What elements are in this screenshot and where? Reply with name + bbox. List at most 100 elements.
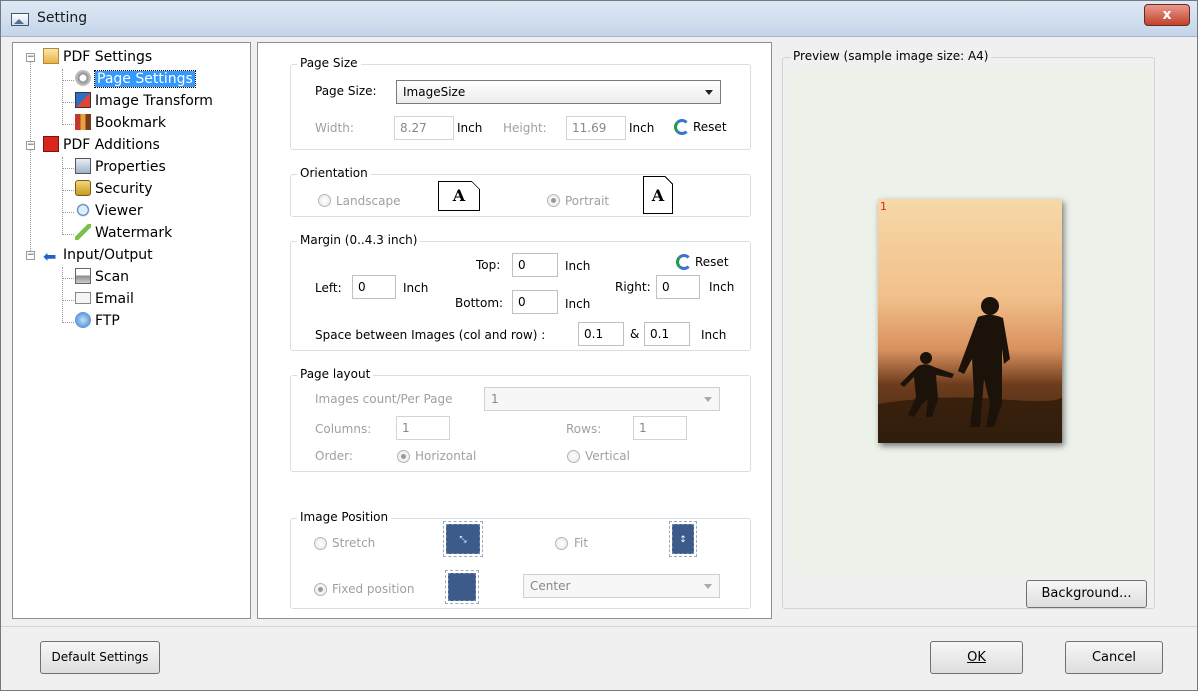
- margin-bottom-input[interactable]: 0: [512, 290, 558, 314]
- page-size-group-title: Page Size: [297, 56, 361, 70]
- scanner-icon: [75, 268, 91, 284]
- ok-button[interactable]: OK: [930, 641, 1023, 674]
- orientation-group-title: Orientation: [297, 166, 371, 180]
- vertical-label: Vertical: [585, 449, 630, 463]
- landscape-radio[interactable]: [318, 194, 331, 207]
- bottom-label: Bottom:: [455, 296, 504, 310]
- page-size-reset-button[interactable]: Reset: [674, 119, 727, 135]
- portrait-radio[interactable]: [547, 194, 560, 207]
- chevron-down-icon: [705, 90, 713, 95]
- background-button[interactable]: Background...: [1026, 580, 1147, 608]
- fixed-position-dropdown[interactable]: Center: [523, 574, 720, 598]
- lock-icon: [75, 180, 91, 196]
- tree-item-email[interactable]: Email: [75, 289, 134, 309]
- settings-window: Setting x − PDF Settings Page Settings I…: [0, 0, 1198, 691]
- father-child-silhouette: [878, 297, 1062, 443]
- right-label: Right:: [615, 280, 651, 294]
- width-label: Width:: [315, 121, 354, 135]
- space-col-input[interactable]: 0.1: [578, 322, 624, 346]
- tree-item-bookmark[interactable]: Bookmark: [75, 113, 166, 133]
- tree-item-security[interactable]: Security: [75, 179, 153, 199]
- rows-label: Rows:: [566, 422, 602, 436]
- margin-left-input[interactable]: 0: [352, 275, 396, 299]
- tree-item-properties[interactable]: Properties: [75, 157, 166, 177]
- page-settings-panel: Page Size Page Size: ImageSize Width: 8.…: [257, 42, 772, 619]
- margin-reset-button[interactable]: Reset: [676, 254, 729, 270]
- window-title: Setting: [37, 10, 88, 26]
- pdf-additions-expander[interactable]: −: [26, 141, 35, 150]
- app-icon: [11, 13, 29, 26]
- tree-item-scan[interactable]: Scan: [75, 267, 129, 287]
- fit-arrows-icon: ↕: [669, 521, 697, 557]
- horizontal-label: Horizontal: [415, 449, 477, 463]
- fixed-position-radio[interactable]: [314, 583, 327, 596]
- tree-item-ftp[interactable]: FTP: [75, 311, 120, 331]
- default-settings-button[interactable]: Default Settings: [40, 641, 160, 674]
- tree-item-viewer[interactable]: Viewer: [75, 201, 143, 221]
- top-unit: Inch: [565, 259, 591, 273]
- fit-radio[interactable]: [555, 537, 568, 550]
- space-unit: Inch: [701, 328, 727, 342]
- tree-item-pdf-settings[interactable]: PDF Settings: [43, 47, 152, 67]
- folder-settings-icon: [43, 48, 59, 64]
- gear-page-icon: [75, 70, 91, 86]
- preview-page-number: 1: [880, 200, 887, 213]
- bookmark-icon: [75, 114, 91, 130]
- horizontal-radio[interactable]: [397, 450, 410, 463]
- tree-item-pdf-additions[interactable]: PDF Additions: [43, 135, 160, 155]
- bottom-unit: Inch: [565, 297, 591, 311]
- input-output-expander[interactable]: −: [26, 251, 35, 260]
- page-size-selected: ImageSize: [403, 85, 466, 99]
- margin-top-input[interactable]: 0: [512, 253, 558, 277]
- height-input[interactable]: 11.69: [566, 116, 626, 140]
- refresh-icon: [676, 254, 692, 270]
- stretch-label: Stretch: [332, 536, 376, 550]
- vertical-radio[interactable]: [567, 450, 580, 463]
- watermark-pen-icon: [75, 224, 91, 240]
- preview-area: 1: [787, 68, 1152, 573]
- settings-tree: − PDF Settings Page Settings Image Trans…: [12, 42, 251, 619]
- stretch-radio[interactable]: [314, 537, 327, 550]
- count-label: Images count/Per Page: [315, 392, 453, 406]
- tree-item-input-output[interactable]: ⬅ Input/Output: [43, 245, 153, 265]
- margin-group-title: Margin (0..4.3 inch): [297, 233, 421, 247]
- close-button[interactable]: x: [1144, 4, 1190, 26]
- pdf-settings-expander[interactable]: −: [26, 53, 35, 62]
- refresh-icon: [674, 119, 690, 135]
- page-layout-group-title: Page layout: [297, 367, 374, 381]
- footer-separator: [1, 626, 1197, 627]
- space-row-input[interactable]: 0.1: [644, 322, 690, 346]
- width-input[interactable]: 8.27: [394, 116, 454, 140]
- images-per-page-dropdown[interactable]: 1: [484, 387, 720, 411]
- image-transform-icon: [75, 92, 91, 108]
- title-bar[interactable]: Setting x: [1, 1, 1197, 37]
- image-position-group: Image Position Stretch ⤡ Fit ↕ Fixed pos…: [290, 510, 751, 609]
- margin-right-input[interactable]: 0: [656, 275, 700, 299]
- columns-input[interactable]: 1: [396, 416, 450, 440]
- image-position-group-title: Image Position: [297, 510, 392, 524]
- tree-item-page-settings[interactable]: Page Settings: [75, 69, 196, 89]
- preview-title: Preview (sample image size: A4): [791, 49, 991, 63]
- width-unit: Inch: [457, 121, 483, 135]
- cancel-button[interactable]: Cancel: [1065, 641, 1163, 674]
- page-size-dropdown[interactable]: ImageSize: [396, 80, 721, 104]
- right-unit: Inch: [709, 280, 735, 294]
- preview-panel: Preview (sample image size: A4) 1 Backgr…: [782, 49, 1155, 609]
- envelope-icon: [75, 292, 91, 304]
- space-amp: &: [630, 327, 640, 341]
- order-label: Order:: [315, 449, 353, 463]
- chevron-down-icon: [704, 397, 712, 402]
- height-unit: Inch: [629, 121, 655, 135]
- fixed-position-icon: [445, 570, 479, 604]
- rows-input[interactable]: 1: [633, 416, 687, 440]
- height-label: Height:: [503, 121, 547, 135]
- tree-item-watermark[interactable]: Watermark: [75, 223, 172, 243]
- sample-image: 1: [878, 199, 1062, 443]
- fit-label: Fit: [574, 536, 589, 550]
- portrait-label: Portrait: [565, 194, 610, 208]
- top-label: Top:: [476, 258, 501, 272]
- landscape-page-icon: A: [438, 181, 480, 211]
- portrait-page-icon: A: [643, 176, 673, 214]
- page-layout-group: Page layout Images count/Per Page 1 Colu…: [290, 367, 751, 472]
- tree-item-image-transform[interactable]: Image Transform: [75, 91, 213, 111]
